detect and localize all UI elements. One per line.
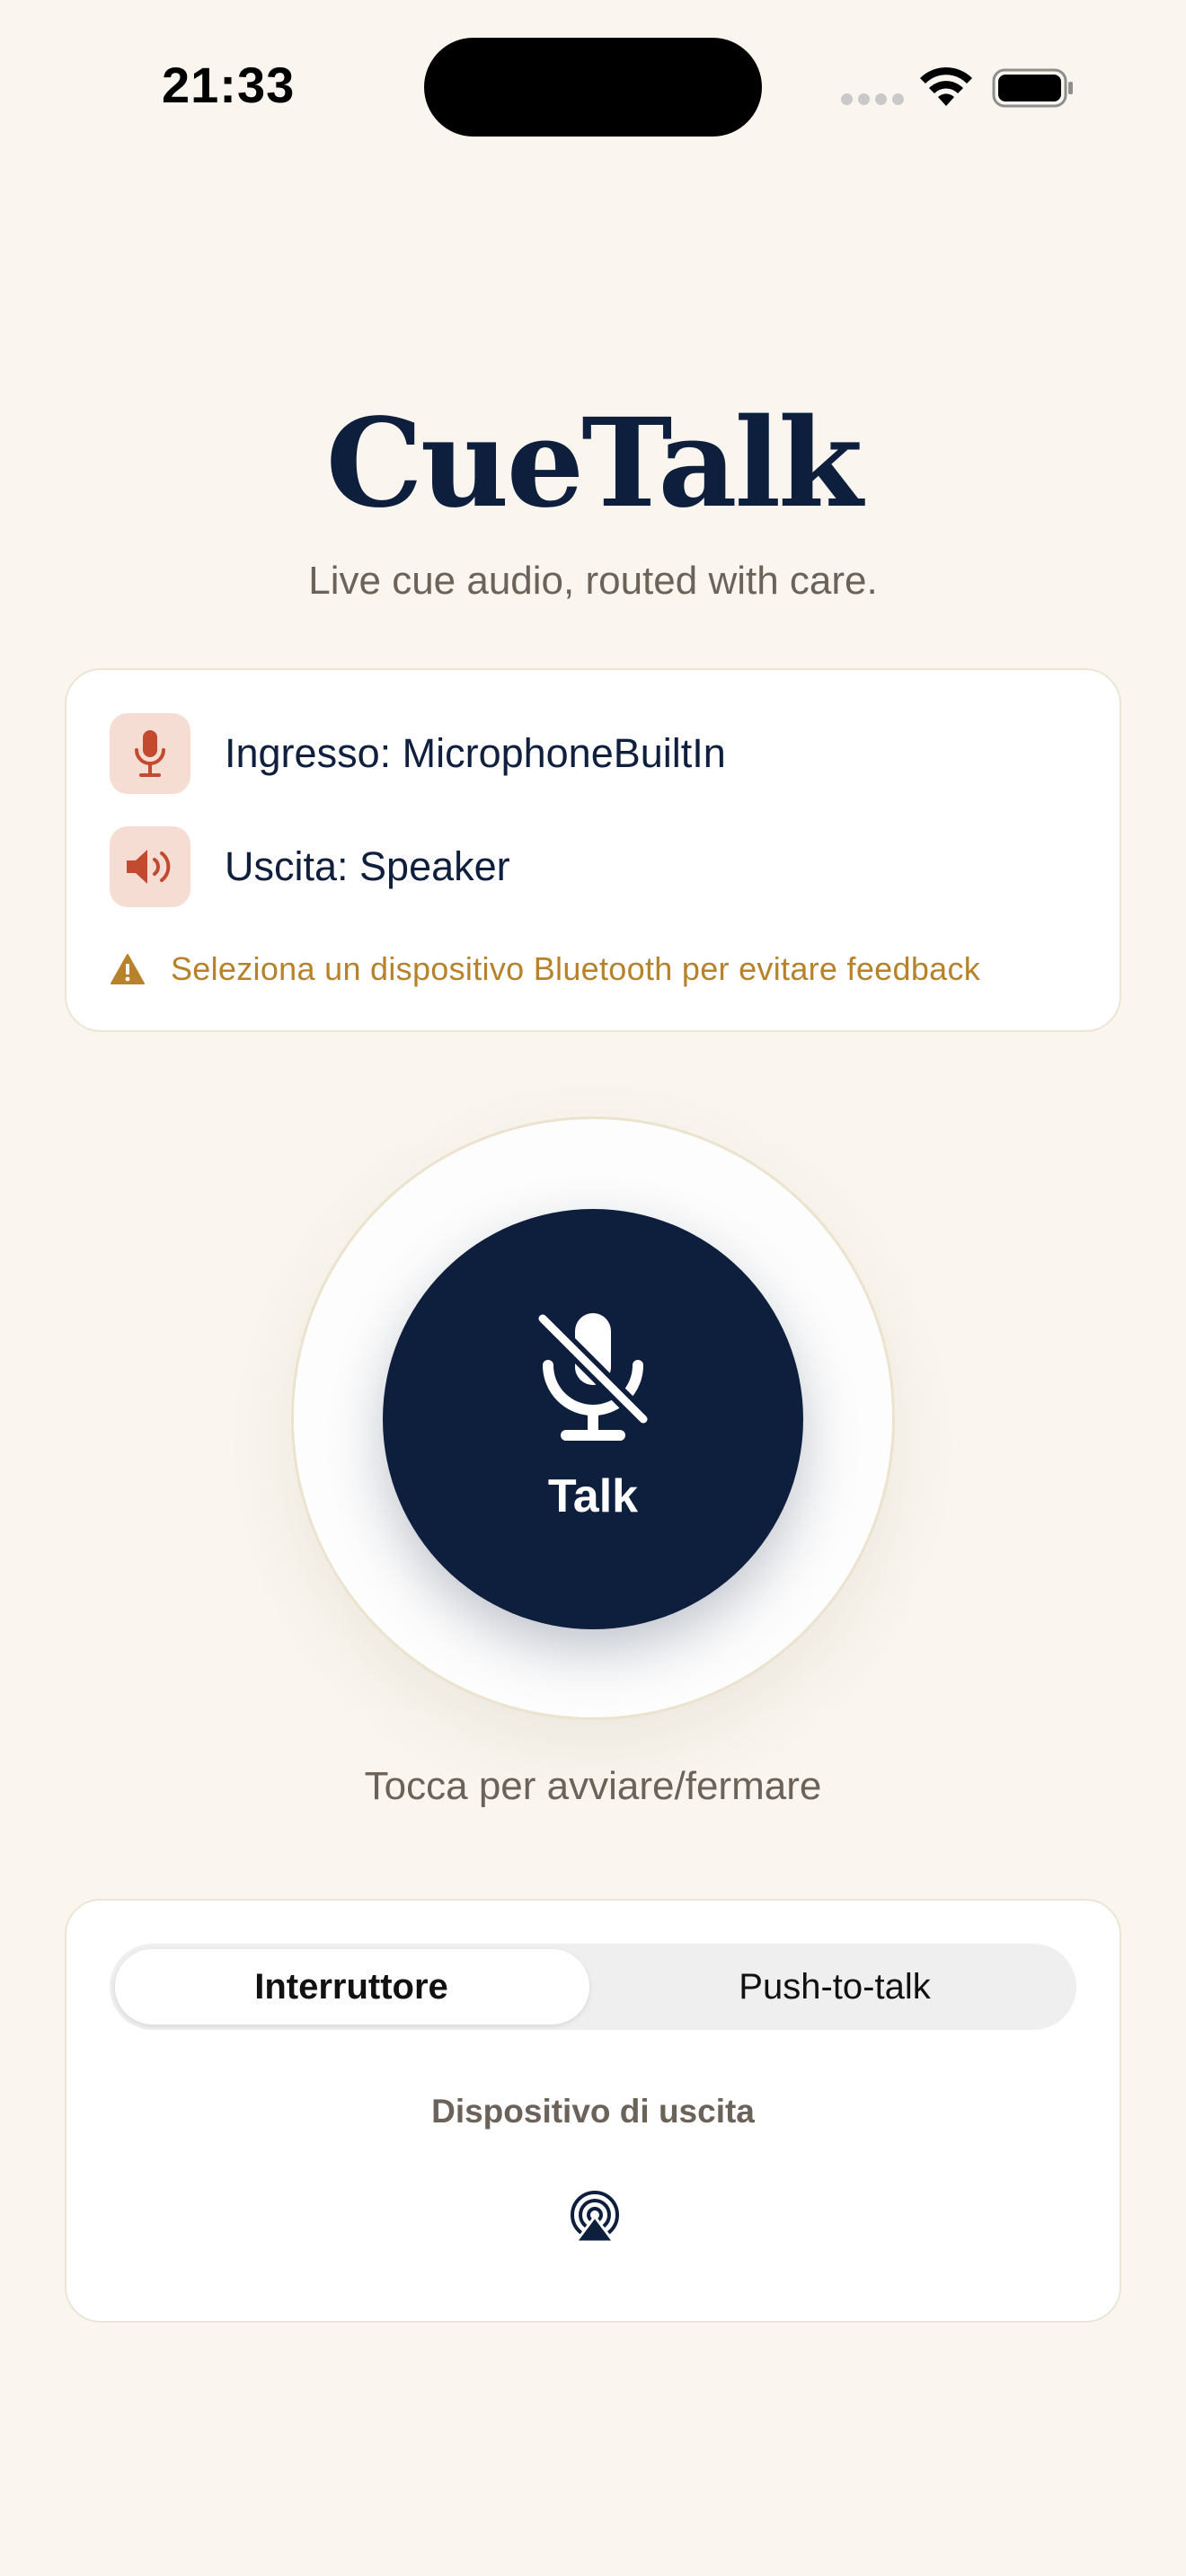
talk-label: Talk: [547, 1470, 639, 1522]
device-status-card: Ingresso: MicrophoneBuiltIn Uscita: Spea…: [65, 668, 1121, 1032]
feedback-warning: Seleziona un dispositivo Bluetooth per e…: [110, 950, 980, 988]
input-device-label: Ingresso: MicrophoneBuiltIn: [225, 730, 726, 776]
input-device-row: Ingresso: MicrophoneBuiltIn: [110, 713, 726, 794]
talk-button[interactable]: Talk: [383, 1209, 803, 1629]
wifi-icon: [920, 66, 972, 106]
battery-icon: [992, 68, 1073, 108]
app-title: CueTalk: [325, 392, 863, 535]
output-device-row: Uscita: Speaker: [110, 826, 510, 907]
talk-hint: Tocca per avviare/fermare: [364, 1764, 822, 1808]
segment-push-to-talk[interactable]: Push-to-talk: [593, 1944, 1076, 2030]
warning-icon: [111, 954, 145, 984]
output-device-heading: Dispositivo di uscita: [431, 2093, 755, 2130]
segment-interruttore[interactable]: Interruttore: [110, 1944, 593, 2030]
speaker-icon: [127, 850, 171, 884]
cellular-signal-icon: [841, 93, 904, 105]
input-icon-box: [110, 713, 190, 794]
airplay-icon[interactable]: [567, 2190, 623, 2245]
output-device-label: Uscita: Speaker: [225, 843, 510, 889]
warning-text: Seleziona un dispositivo Bluetooth per e…: [171, 950, 981, 987]
mode-card: Interruttore Push-to-talk Dispositivo di…: [65, 1899, 1121, 2323]
dynamic-island: [424, 38, 762, 137]
status-time: 21:33: [162, 57, 296, 113]
mic-icon: [135, 730, 165, 777]
output-icon-box: [110, 826, 190, 907]
app-subtitle: Live cue audio, routed with care.: [308, 559, 878, 603]
mic-off-icon: [537, 1310, 649, 1441]
mode-segmented-control: Interruttore Push-to-talk: [110, 1944, 1076, 2030]
